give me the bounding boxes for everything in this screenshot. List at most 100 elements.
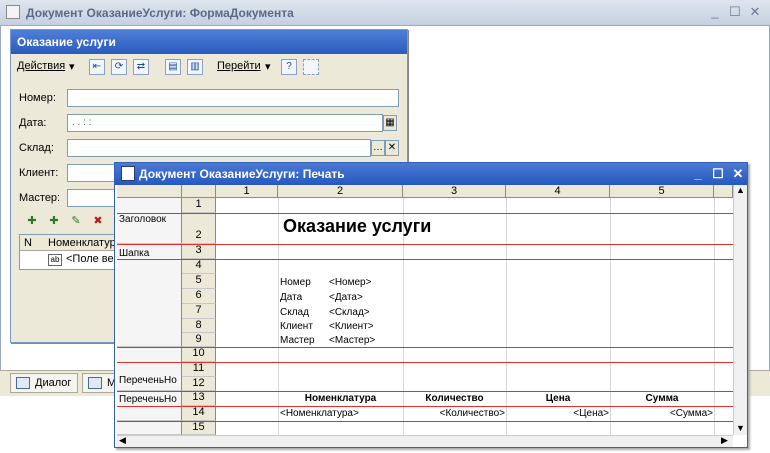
master-label: Мастер: (19, 192, 61, 204)
scroll-right-icon[interactable]: ▶ (721, 435, 728, 446)
table-param-quantity[interactable]: <Количество> (403, 408, 505, 419)
maximize-icon[interactable]: ☐ (709, 165, 727, 182)
horizontal-scrollbar[interactable]: ◀ ▶ (117, 435, 733, 447)
date-label: Дата: (19, 117, 47, 129)
scroll-up-icon[interactable]: ▲ (736, 185, 745, 195)
client-label: Клиент: (19, 167, 59, 179)
select-icon[interactable]: … (371, 140, 385, 156)
column-nomenclature-header: Номенклатура (48, 237, 122, 249)
table-param-sum[interactable]: <Сумма> (610, 408, 713, 419)
copy-row-icon[interactable]: ✚ (45, 214, 63, 230)
table-header-nomenclature[interactable]: Номенклатура (278, 393, 403, 404)
column-header-5[interactable]: 5 (610, 185, 714, 198)
scroll-left-icon[interactable]: ◀ (119, 435, 126, 446)
text-field-icon: ab (48, 254, 62, 266)
row-header[interactable]: 15 (182, 421, 216, 435)
unpost-document-icon[interactable]: ▥ (187, 59, 203, 75)
table-param-price[interactable]: <Цена> (506, 408, 609, 419)
row-header[interactable]: 8 (182, 319, 216, 333)
form-toolbar: Действия ▾ ⇤ ⟳ ⇄ ▤ ▥ Перейти ▾ ? (13, 57, 405, 79)
row-header[interactable]: 9 (182, 333, 216, 347)
field-param-number[interactable]: <Номер> (329, 277, 371, 288)
chevron-down-icon[interactable]: ▾ (265, 57, 271, 77)
row-header[interactable]: 4 (182, 259, 216, 274)
field-param-warehouse[interactable]: <Склад> (329, 307, 370, 318)
column-header-2[interactable]: 2 (278, 185, 403, 198)
module-icon (88, 377, 102, 389)
column-header-1[interactable]: 1 (216, 185, 278, 198)
row-header[interactable]: 11 (182, 362, 216, 377)
help-icon[interactable]: ? (281, 59, 297, 75)
row-header[interactable]: 3 (182, 244, 216, 259)
column-header-6[interactable] (714, 185, 733, 198)
field-param-master[interactable]: <Мастер> (329, 335, 375, 346)
field-label-master[interactable]: Мастер (280, 335, 315, 346)
document-icon (6, 5, 20, 19)
tab-dialog-label: Диалог (35, 377, 72, 389)
field-param-client[interactable]: <Клиент> (329, 321, 374, 332)
close-icon[interactable]: ✕ (746, 4, 764, 20)
date-field[interactable]: . . : : (67, 114, 383, 132)
row-header[interactable]: 10 (182, 347, 216, 362)
client-field[interactable] (67, 164, 115, 182)
field-param-date[interactable]: <Дата> (329, 292, 363, 303)
warehouse-label: Склад: (19, 142, 54, 154)
field-label-date[interactable]: Дата (280, 292, 302, 303)
section-empty (117, 421, 182, 435)
corner-cell (117, 185, 182, 198)
table-header-sum[interactable]: Сумма (610, 393, 714, 404)
refresh-icon[interactable]: ⟳ (111, 59, 127, 75)
field-label-warehouse[interactable]: Склад (280, 307, 309, 318)
field-label-client[interactable]: Клиент (280, 321, 313, 332)
row-header[interactable]: 1 (182, 198, 216, 213)
warehouse-field[interactable] (67, 139, 371, 157)
table-param-nomenclature[interactable]: <Номенклатура> (280, 408, 359, 419)
field-label-number[interactable]: Номер (280, 277, 311, 288)
number-field[interactable] (67, 89, 399, 107)
maximize-icon[interactable]: ☐ (726, 4, 744, 20)
table-header-quantity[interactable]: Количество (403, 393, 506, 404)
dialog-icon (16, 377, 30, 389)
actions-menu[interactable]: Действия (17, 57, 65, 77)
goto-menu[interactable]: Перейти (217, 57, 261, 77)
scroll-down-icon[interactable]: ▼ (736, 423, 745, 433)
report-heading[interactable]: Оказание услуги (283, 216, 431, 237)
spreadsheet[interactable]: 1 2 3 4 5 Заголовок Шапка ПереченьНо Пер… (117, 185, 733, 435)
number-label: Номер: (19, 92, 56, 104)
section-header[interactable]: Заголовок (117, 198, 182, 244)
swap-icon[interactable]: ⇄ (133, 59, 149, 75)
edit-row-icon[interactable]: ✎ (67, 214, 85, 230)
vertical-scrollbar[interactable]: ▲ ▼ (733, 185, 747, 435)
print-document-icon (121, 166, 135, 181)
tab-dialog[interactable]: Диалог (10, 373, 78, 393)
section-table-header[interactable]: ПереченьНо (117, 347, 182, 391)
calendar-icon[interactable]: ▦ (383, 115, 397, 131)
add-row-icon[interactable]: ✚ (23, 214, 41, 230)
post-document-icon[interactable]: ▤ (165, 59, 181, 75)
print-titlebar: Документ ОказаниеУслуги: Печать _ ☐ ✕ (115, 163, 747, 185)
arrow-left-icon[interactable]: ⇤ (89, 59, 105, 75)
outer-window-title: Документ ОказаниеУслуги: ФормаДокумента (26, 6, 294, 20)
delete-row-icon[interactable]: ✖ (89, 214, 107, 230)
row-header-corner (182, 185, 216, 198)
minimize-icon[interactable]: _ (689, 165, 707, 182)
close-icon[interactable]: ✕ (729, 165, 747, 182)
column-header-4[interactable]: 4 (506, 185, 610, 198)
row-header[interactable]: 14 (182, 406, 216, 421)
minimize-icon[interactable]: _ (706, 4, 724, 20)
chevron-down-icon[interactable]: ▾ (69, 57, 75, 77)
row-header[interactable]: 6 (182, 289, 216, 304)
master-field[interactable] (67, 189, 115, 207)
row-header[interactable]: 12 (182, 377, 216, 391)
outer-titlebar: Документ ОказаниеУслуги: ФормаДокумента … (0, 0, 770, 26)
row-header[interactable]: 5 (182, 274, 216, 289)
select-area-icon[interactable] (303, 59, 319, 75)
table-header-price[interactable]: Цена (506, 393, 610, 404)
clear-icon[interactable]: ✕ (385, 140, 399, 156)
column-header-3[interactable]: 3 (403, 185, 506, 198)
row-header[interactable]: 2 (182, 213, 216, 244)
tab-module[interactable]: М (82, 373, 118, 393)
table-cell: <Поле ве (66, 253, 114, 265)
row-header[interactable]: 13 (182, 391, 216, 406)
row-header[interactable]: 7 (182, 304, 216, 319)
